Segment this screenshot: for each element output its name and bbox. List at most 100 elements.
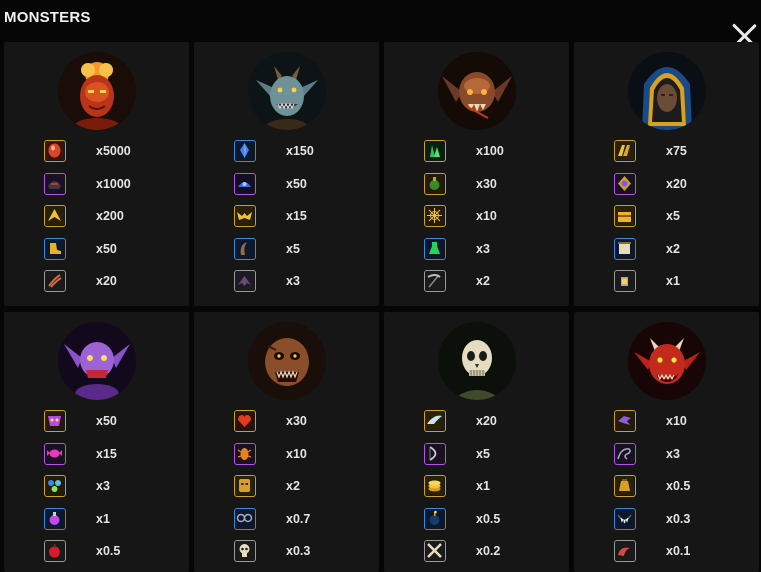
payout-row: x150 [234,140,374,164]
payout-multiplier: x20 [96,274,117,288]
payout-row: x100 [424,140,564,164]
heart-icon [234,410,256,432]
dark-helmet-icon [44,172,66,195]
payout-row: x5 [424,442,564,467]
payout-multiplier: x5 [286,241,300,256]
bow-icon [424,442,446,465]
gold-wing-icon [44,205,66,227]
payout-multiplier: x3 [476,241,490,256]
amulet-icon [614,172,636,195]
hooded-rogue-portrait [628,52,706,130]
payout-multiplier: x5 [666,209,680,223]
gold-bars-icon [614,140,636,162]
payout-multiplier: x75 [666,144,687,158]
payout-row: x2 [614,237,754,262]
monster-card-hooded-rogue: x75 x20 x5 x2 x1 [574,42,759,306]
payout-row: x1 [614,270,754,294]
green-crystal-icon [424,140,446,162]
payout-multiplier: x50 [96,241,117,256]
payout-row: x5 [614,205,754,229]
whip-icon [614,442,636,465]
bat-wing-icon [234,270,256,292]
payout-multiplier: x2 [476,274,490,288]
payout-multiplier: x0.5 [666,479,691,493]
payout-row: x5 [234,237,374,262]
payout-multiplier: x1 [476,479,490,493]
monster-card-goblin: x150 x50 x15 x5 x3 [194,42,379,306]
payout-multiplier: x1 [666,274,680,288]
fire-demon-portrait [58,52,136,130]
orbs-icon [44,475,66,497]
payout-row: x2 [234,475,374,499]
payout-multiplier: x3 [666,446,680,461]
shackles-icon [234,507,256,530]
payout-multiplier: x30 [286,414,307,428]
payout-multiplier: x0.1 [666,544,691,558]
payout-row: x3 [234,270,374,294]
payout-row: x20 [424,410,564,434]
header: MONSTERS [0,0,761,38]
payout-multiplier: x2 [666,241,680,256]
payout-row: x50 [44,237,184,262]
payout-row: x10 [424,205,564,229]
purple-bird-icon [614,410,636,432]
beetle-icon [234,442,256,465]
monster-card-zombie: x30 x10 x2 x0.7 x0.3 [194,312,379,572]
payout-row: x5000 [44,140,184,164]
red-horn-icon [614,540,636,562]
bomb-icon [424,507,446,530]
payout-row: x30 [234,410,374,434]
payout-row: x30 [424,172,564,197]
payout-row: x15 [234,205,374,229]
payout-multiplier: x0.7 [286,511,311,526]
payout-row: x0.5 [44,540,184,564]
gold-boot-icon [44,237,66,260]
payout-multiplier: x0.5 [476,511,501,526]
monster-card-red-devil: x10 x3 x0.5 x0.3 x0.1 [574,312,759,572]
green-flask-icon [424,237,446,260]
blue-helmet-icon [234,172,256,195]
monster-card-fire-demon: x5000 x1000 x200 x50 x20 [4,42,189,306]
payout-row: x20 [614,172,754,197]
payout-row: x20 [44,270,184,294]
bat-demon-portrait [438,52,516,130]
purple-imp-portrait [58,322,136,400]
payout-multiplier: x15 [286,209,307,223]
gold-bat-icon [234,205,256,227]
payout-multiplier: x0.2 [476,544,501,558]
skull-icon [234,540,256,562]
payout-multiplier: x150 [286,144,314,158]
payout-row: x3 [424,237,564,262]
monster-card-skeleton: x20 x5 x1 x0.5 x0.2 [384,312,569,572]
horn-icon [234,237,256,260]
spider-web-icon [424,205,446,227]
goblin-portrait [248,52,326,130]
payout-multiplier: x100 [476,144,504,158]
payout-row: x1000 [44,172,184,197]
zombie-portrait [248,322,326,400]
payout-multiplier: x50 [96,414,117,428]
payout-row: x3 [614,442,754,467]
monster-card-bat-demon: x100 x30 x10 x3 x2 [384,42,569,306]
payout-multiplier: x2 [286,479,300,493]
purple-mask-icon [44,410,66,432]
skeleton-portrait [438,322,516,400]
payout-multiplier: x3 [96,479,110,493]
payout-row: x0.3 [614,507,754,532]
payout-multiplier: x200 [96,209,124,223]
crossbones-icon [424,540,446,562]
payout-multiplier: x30 [476,176,497,191]
red-apple-icon [44,540,66,562]
gold-coins-icon [424,475,446,497]
payout-row: x10 [614,410,754,434]
payout-row: x2 [424,270,564,294]
page-title: MONSTERS [4,9,91,26]
silver-wing-icon [424,410,446,432]
payout-multiplier: x20 [666,176,687,191]
purple-candy-icon [44,442,66,465]
lantern-icon [614,270,636,292]
payout-row: x0.5 [424,507,564,532]
payout-multiplier: x5000 [96,144,131,158]
gold-mask-icon [234,475,256,497]
payout-multiplier: x50 [286,176,307,191]
